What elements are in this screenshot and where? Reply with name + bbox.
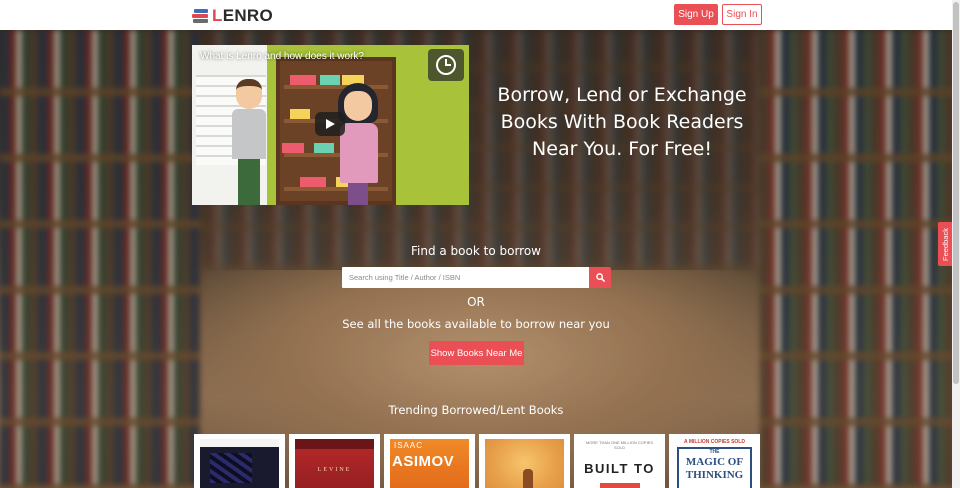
near-books-text: See all the books available to borrow ne… bbox=[342, 317, 610, 331]
book-cover-title-top: THE bbox=[709, 449, 720, 455]
search-icon bbox=[595, 273, 605, 282]
logo-accent-letter: L bbox=[212, 6, 223, 25]
background-overlay bbox=[0, 30, 960, 488]
book-cover-title: BUILT TO bbox=[584, 461, 655, 476]
book-cover bbox=[485, 439, 564, 488]
video-character-man bbox=[230, 79, 270, 205]
trending-book-card[interactable]: LEVINE bbox=[289, 434, 380, 488]
show-books-near-me-button[interactable]: Show Books Near Me bbox=[429, 341, 524, 365]
book-cover: LEVINE bbox=[295, 439, 374, 488]
logo-text: LENRO bbox=[212, 6, 273, 26]
book-cover: ISAAC ASIMOV bbox=[390, 439, 469, 488]
search-button[interactable] bbox=[589, 267, 611, 288]
video-character-woman bbox=[336, 83, 384, 205]
book-cover-author-last: ASIMOV bbox=[392, 453, 455, 470]
book-cover-title: MAGIC OF THINKING bbox=[685, 456, 744, 481]
books-stack-icon bbox=[192, 8, 209, 24]
logo-rest: ENRO bbox=[222, 6, 274, 25]
book-cover-author-first: ISAAC bbox=[394, 441, 424, 450]
trending-books-title: Trending Borrowed/Lent Books bbox=[388, 403, 564, 417]
hero-section: What is Lenro and how does it work? Borr… bbox=[0, 30, 960, 488]
sign-in-button[interactable]: Sign In bbox=[722, 4, 762, 25]
trending-book-card[interactable] bbox=[479, 434, 570, 488]
scrollbar-thumb[interactable] bbox=[953, 2, 959, 384]
book-cover-tagline: A MILLION COPIES SOLD bbox=[684, 439, 745, 445]
or-divider-text: OR bbox=[467, 295, 485, 309]
trending-book-card[interactable]: ISAAC ASIMOV bbox=[384, 434, 475, 488]
page-scrollbar[interactable] bbox=[952, 0, 960, 488]
book-search-input[interactable] bbox=[342, 267, 589, 288]
trending-book-card[interactable] bbox=[194, 434, 285, 488]
book-cover: A MILLION COPIES SOLD THE MAGIC OF THINK… bbox=[675, 439, 754, 488]
top-header: LENRO Sign Up Sign In bbox=[0, 0, 960, 30]
video-title[interactable]: What is Lenro and how does it work? bbox=[200, 51, 364, 62]
lenro-logo[interactable]: LENRO bbox=[192, 6, 273, 26]
feedback-tab[interactable]: Feedback bbox=[938, 222, 952, 266]
feedback-label: Feedback bbox=[940, 227, 950, 261]
book-cover: MORE THAN ONE MILLION COPIES SOLD BUILT … bbox=[580, 439, 659, 488]
intro-video[interactable]: What is Lenro and how does it work? bbox=[192, 45, 469, 205]
book-cover-text: LEVINE bbox=[317, 467, 352, 473]
sign-up-button[interactable]: Sign Up bbox=[674, 4, 718, 25]
find-book-label: Find a book to borrow bbox=[410, 244, 541, 258]
clock-icon[interactable] bbox=[428, 49, 464, 81]
book-cover bbox=[200, 439, 279, 488]
book-cover-tagline: MORE THAN ONE MILLION COPIES SOLD bbox=[585, 440, 654, 450]
play-icon[interactable] bbox=[315, 112, 345, 136]
hero-tagline: Borrow, Lend or Exchange Books With Book… bbox=[497, 84, 747, 160]
trending-book-card[interactable]: A MILLION COPIES SOLD THE MAGIC OF THINK… bbox=[669, 434, 760, 488]
trending-book-card[interactable]: MORE THAN ONE MILLION COPIES SOLD BUILT … bbox=[574, 434, 665, 488]
